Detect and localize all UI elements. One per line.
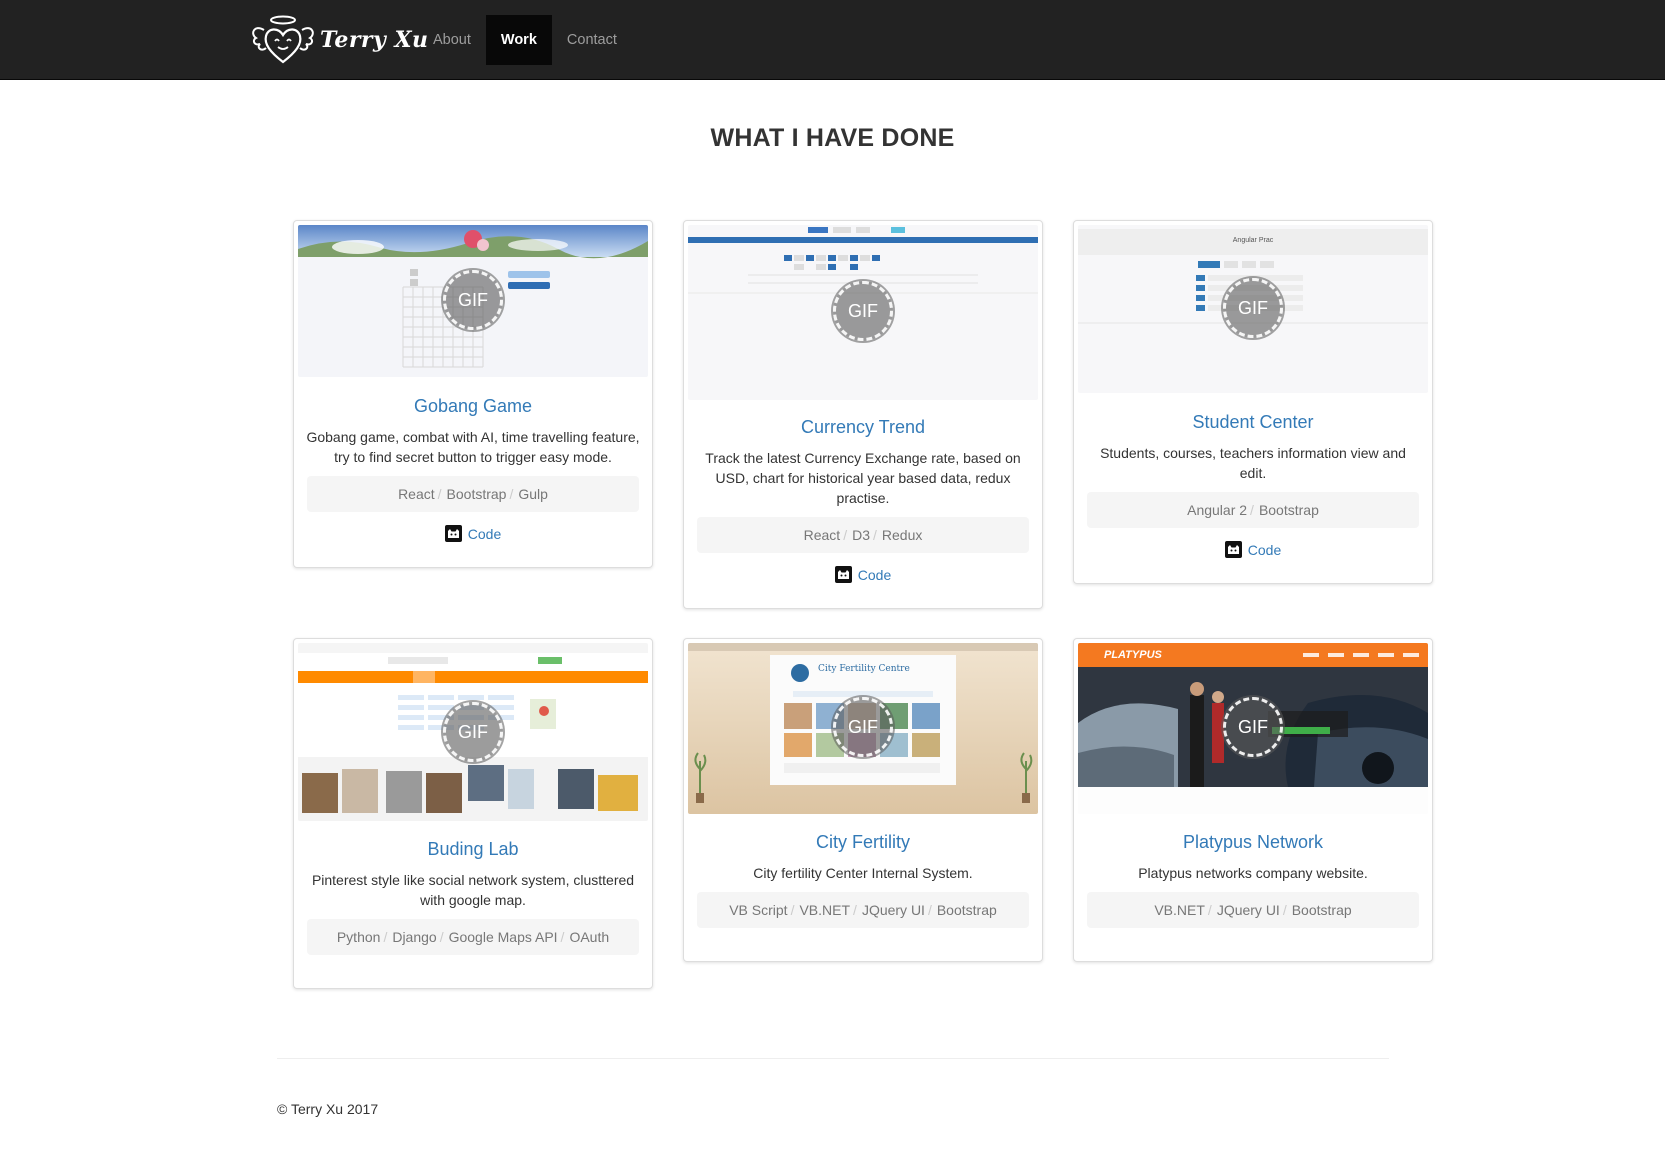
- project-card-currency: GIF Currency Trend Track the latest Curr…: [683, 220, 1043, 609]
- tech-tags: React / Bootstrap / Gulp: [307, 476, 639, 512]
- project-description: Track the latest Currency Exchange rate,…: [705, 450, 1021, 506]
- nav-item-contact[interactable]: Contact: [552, 15, 632, 65]
- project-thumbnail[interactable]: GIF: [688, 225, 1038, 400]
- tag: Python: [336, 929, 381, 945]
- tag-separator: /: [927, 902, 932, 918]
- project-title[interactable]: Currency Trend: [684, 417, 1042, 438]
- tag: Bootstrap: [446, 486, 507, 502]
- tag-separator: /: [560, 929, 565, 945]
- project-description: Gobang game, combat with AI, time travel…: [306, 429, 640, 465]
- project-thumbnail[interactable]: City Fertility Centre GIF: [688, 643, 1038, 814]
- project-title[interactable]: Student Center: [1074, 412, 1432, 433]
- project-title[interactable]: Platypus Network: [1074, 832, 1432, 853]
- project-card-gobang: GIF Gobang Game Gobang game, combat with…: [293, 220, 653, 568]
- code-link-label: Code: [1247, 541, 1282, 558]
- code-link[interactable]: Code: [1074, 541, 1432, 558]
- tag: Gulp: [518, 486, 548, 502]
- project-description: Students, courses, teachers information …: [1100, 445, 1406, 481]
- tag-separator: /: [790, 902, 795, 918]
- tag: JQuery UI: [861, 902, 925, 918]
- tag: Bootstrap: [1258, 502, 1319, 518]
- tag-separator: /: [853, 902, 857, 918]
- tag: Google Maps API: [448, 929, 558, 945]
- winged-heart-icon: [252, 15, 314, 64]
- thumbnail-title: Angular Prac: [1232, 237, 1274, 244]
- project-description: Pinterest style like social network syst…: [311, 872, 635, 908]
- github-icon: [834, 566, 852, 583]
- project-thumbnail[interactable]: GIF: [1078, 225, 1428, 393]
- tech-tags: VB.NET / JQuery UI / Bootstrap: [1087, 892, 1419, 928]
- project-card-platypus: PLATYPUS GIF Platypus Network Platypus n…: [1073, 638, 1433, 962]
- tech-tags: VB Script / VB.NET / JQuery UI / Bootstrap: [697, 892, 1029, 928]
- tag-separator: /: [1250, 502, 1254, 518]
- tech-tags: React / D3/ Redux: [697, 517, 1029, 553]
- thumbnail-title: City Fertility Centre: [818, 664, 910, 674]
- tag-separator: /: [509, 486, 514, 502]
- brand-logo[interactable]: Terry Xu: [250, 14, 429, 66]
- tag-separator: /: [1282, 902, 1287, 918]
- github-icon: [1224, 541, 1242, 558]
- project-thumbnail[interactable]: GIF: [298, 225, 648, 377]
- tag: D3: [852, 527, 870, 543]
- footer-copyright: © Terry Xu 2017: [277, 1101, 379, 1117]
- tag-separator: /: [437, 486, 442, 502]
- tag: Bootstrap: [936, 902, 997, 918]
- tag: Django: [392, 929, 437, 945]
- project-description: Platypus networks company website.: [1138, 865, 1368, 881]
- footer-divider: [277, 1058, 1389, 1059]
- section-title: WHAT I HAVE DONE: [710, 124, 955, 152]
- tag-separator: /: [383, 929, 388, 945]
- brand-name: Terry Xu: [320, 27, 429, 53]
- tag: VB.NET: [799, 902, 851, 918]
- tech-tags: Angular 2/ Bootstrap: [1087, 492, 1419, 528]
- tag-separator: /: [873, 527, 877, 543]
- project-card-student: GIF Angular Prac Student Center Students…: [1073, 220, 1433, 584]
- project-title[interactable]: City Fertility: [684, 832, 1042, 853]
- gif-play-badge[interactable]: GIF: [443, 270, 503, 330]
- tech-tags: Python / Django / Google Maps API / OAuth: [307, 919, 639, 955]
- nav-item-work[interactable]: Work: [485, 15, 552, 65]
- code-link[interactable]: Code: [684, 566, 1042, 583]
- gif-play-badge[interactable]: GIF: [443, 702, 503, 762]
- code-link-label: Code: [467, 525, 502, 542]
- project-title[interactable]: Buding Lab: [294, 839, 652, 860]
- tag: VB.NET: [1154, 902, 1205, 918]
- main-nav: About Work Contact: [418, 15, 632, 65]
- nav-item-about[interactable]: About: [418, 15, 486, 65]
- gif-play-badge[interactable]: GIF: [833, 281, 893, 341]
- project-card-buding: GIF Buding Lab Pinterest style like soci…: [293, 638, 653, 989]
- tag: Redux: [881, 527, 923, 543]
- tag: JQuery UI: [1216, 902, 1280, 918]
- code-link[interactable]: Code: [294, 525, 652, 542]
- tag: React: [398, 486, 435, 502]
- tag: Angular 2: [1187, 502, 1248, 518]
- code-link-label: Code: [857, 566, 892, 583]
- tag-separator: /: [843, 527, 848, 543]
- github-icon: [444, 525, 462, 542]
- gif-play-badge[interactable]: GIF: [833, 697, 893, 757]
- tag: VB Script: [729, 902, 788, 918]
- gif-play-badge[interactable]: GIF: [1223, 278, 1283, 338]
- top-navbar: Terry Xu About Work Contact: [0, 0, 1665, 80]
- thumbnail-title: PLATYPUS: [1104, 649, 1162, 661]
- project-thumbnail[interactable]: GIF: [298, 643, 648, 821]
- tag: OAuth: [569, 929, 610, 945]
- tag-separator: /: [439, 929, 444, 945]
- project-title[interactable]: Gobang Game: [294, 396, 652, 417]
- gif-play-badge[interactable]: GIF: [1223, 697, 1283, 757]
- tag: React: [803, 527, 841, 543]
- project-thumbnail[interactable]: PLATYPUS GIF: [1078, 643, 1428, 814]
- tag-separator: /: [1207, 902, 1212, 918]
- tag: Bootstrap: [1291, 902, 1352, 918]
- project-card-city-fertility: City Fertility Centre GIF City Fertility…: [683, 638, 1043, 962]
- project-description: City fertility Center Internal System.: [753, 865, 973, 881]
